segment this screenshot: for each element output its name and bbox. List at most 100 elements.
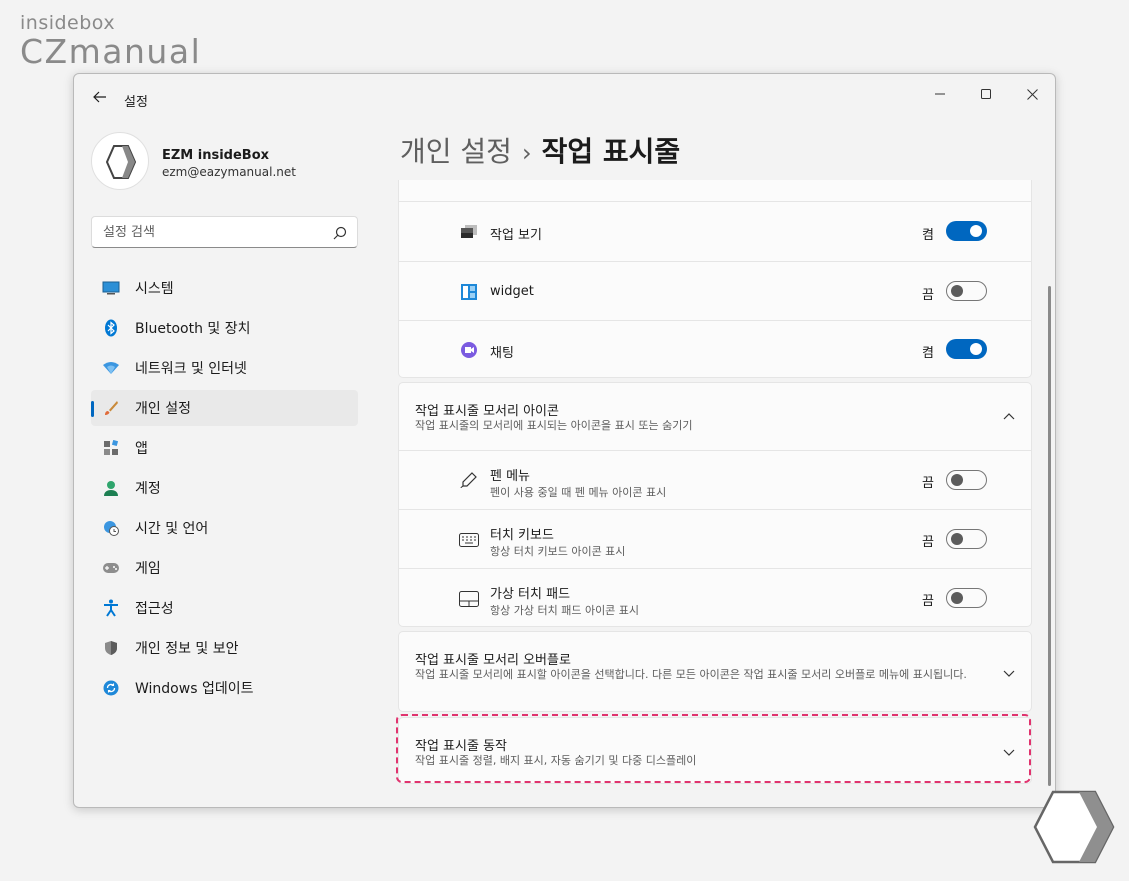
setting-label: 작업 보기 [490,228,542,243]
virtual-touchpad-toggle[interactable] [946,588,987,608]
toggle-knob [951,474,963,486]
sidebar-item-system[interactable]: 시스템 [91,270,358,306]
breadcrumb-parent[interactable]: 개인 설정 [400,135,512,168]
setting-row-touch-keyboard: 터치 키보드 항상 터치 키보드 아이콘 표시 끔 [399,509,1031,568]
breadcrumb-separator: › [521,139,532,167]
apps-icon [102,439,120,457]
avatar[interactable] [91,132,149,190]
search-icon[interactable] [333,225,347,244]
sidebar-item-time-language[interactable]: 시간 및 언어 [91,510,358,546]
sidebar-item-label: Bluetooth 및 장치 [135,321,251,337]
globe-clock-icon [102,519,120,537]
sidebar-item-label: 앱 [135,441,148,457]
toggle-knob [970,225,982,237]
sidebar-item-label: 개인 설정 [135,401,191,417]
chevron-down-icon[interactable] [1001,665,1017,681]
maximize-button[interactable] [963,80,1009,110]
sidebar-item-apps[interactable]: 앱 [91,430,358,466]
sidebar-item-personalization[interactable]: 개인 설정 [91,390,358,426]
search-box [91,216,358,248]
watermark: insidebox CZmanual [20,12,201,71]
setting-description: 펜이 사용 중일 때 펜 메뉴 아이콘 표시 [490,486,667,499]
back-arrow-icon[interactable] [90,88,110,108]
title-bar: 설정 [74,74,1055,122]
user-email: ezm@eazymanual.net [162,165,296,179]
setting-description: 항상 가상 터치 패드 아이콘 표시 [490,604,640,617]
wifi-icon [102,359,120,377]
sidebar-item-label: Windows 업데이트 [135,681,254,697]
setting-label: widget [490,284,534,299]
minimize-button[interactable] [917,80,963,110]
setting-label: 채팅 [490,346,514,361]
toggle-state: 끔 [922,476,934,491]
toggle-state: 켬 [922,346,934,361]
accessibility-icon [102,599,120,617]
window-title: 설정 [124,95,148,110]
keyboard-icon [459,530,479,550]
sidebar-item-label: 시간 및 언어 [135,521,209,537]
scrollbar[interactable] [1048,286,1051,786]
task-view-icon [459,222,479,242]
sidebar-nav: 시스템 Bluetooth 및 장치 네트워크 및 인터넷 개인 설정 앱 계정… [91,270,358,710]
toggle-state: 끔 [922,594,934,609]
corner-icons-card: 작업 표시줄 모서리 아이콘 작업 표시줄의 모서리에 표시되는 아이콘을 표시… [398,382,1032,627]
sidebar-item-label: 네트워크 및 인터넷 [135,361,247,377]
settings-content: 작업 보기 켬 widget 끔 채팅 켬 작업 표시줄 모서리 아이콘 작업 … [398,180,1032,802]
shield-icon [102,639,120,657]
task-view-toggle[interactable] [946,221,987,241]
setting-description: 항상 터치 키보드 아이콘 표시 [490,545,626,558]
pen-icon [459,470,479,490]
setting-row-pen-menu: 펜 메뉴 펜이 사용 중일 때 펜 메뉴 아이콘 표시 끔 [399,450,1031,509]
sidebar-item-bluetooth[interactable]: Bluetooth 및 장치 [91,310,358,346]
corner-logo-icon [1033,790,1115,868]
setting-row-chat: 채팅 켬 [399,320,1031,378]
setting-label: 터치 키보드 [490,528,554,543]
sidebar-item-label: 접근성 [135,601,174,617]
taskbar-items-card: 작업 보기 켬 widget 끔 채팅 켬 [398,180,1032,378]
chat-toggle[interactable] [946,339,987,359]
corner-overflow-card[interactable]: 작업 표시줄 모서리 오버플로 작업 표시줄 모서리에 표시할 아이콘을 선택합… [398,631,1032,712]
toggle-state: 끔 [922,535,934,550]
pen-menu-toggle[interactable] [946,470,987,490]
sidebar-item-label: 개인 정보 및 보안 [135,641,239,657]
touchpad-icon [459,589,479,609]
search-input[interactable] [92,217,312,247]
user-name: EZM insideBox [162,148,270,163]
breadcrumb: 개인 설정 › 작업 표시줄 [400,130,680,170]
section-subtitle: 작업 표시줄의 모서리에 표시되는 아이콘을 표시 또는 숨기기 [415,419,693,432]
settings-window: 설정 EZM insideBox ezm@eazymanual.net 시스템 [73,73,1056,808]
setting-label: 펜 메뉴 [490,469,531,484]
widgets-icon [459,282,479,302]
bluetooth-icon [102,319,120,337]
page-title: 작업 표시줄 [541,135,681,168]
chevron-up-icon[interactable] [1001,409,1017,425]
sidebar-item-accessibility[interactable]: 접근성 [91,590,358,626]
toggle-knob [951,592,963,604]
toggle-knob [951,285,963,297]
setting-label: 가상 터치 패드 [490,587,571,602]
section-subtitle: 작업 표시줄 모서리에 표시할 아이콘을 선택합니다. 다른 모든 아이콘은 작… [415,668,967,681]
watermark-line1: insidebox [20,12,116,34]
setting-row-task-view: 작업 보기 켬 [399,201,1031,261]
brush-icon [102,399,120,417]
sidebar-item-label: 게임 [135,561,161,577]
monitor-icon [102,279,120,297]
toggle-state: 켬 [922,228,934,243]
sidebar-item-privacy[interactable]: 개인 정보 및 보안 [91,630,358,666]
taskbar-behaviors-card[interactable]: 작업 표시줄 동작 작업 표시줄 정렬, 배지 표시, 자동 숨기기 및 다중 … [398,717,1032,784]
touch-keyboard-toggle[interactable] [946,529,987,549]
toggle-knob [970,343,982,355]
close-button[interactable] [1009,80,1055,110]
sidebar-item-label: 계정 [135,481,161,497]
chevron-down-icon[interactable] [1001,744,1017,760]
avatar-logo-icon [106,145,136,179]
sidebar-item-network[interactable]: 네트워크 및 인터넷 [91,350,358,386]
sidebar-item-windows-update[interactable]: Windows 업데이트 [91,670,358,706]
update-icon [102,679,120,697]
person-icon [102,479,120,497]
widget-toggle[interactable] [946,281,987,301]
gamepad-icon [102,559,120,577]
chat-icon [459,340,479,360]
sidebar-item-accounts[interactable]: 계정 [91,470,358,506]
sidebar-item-gaming[interactable]: 게임 [91,550,358,586]
